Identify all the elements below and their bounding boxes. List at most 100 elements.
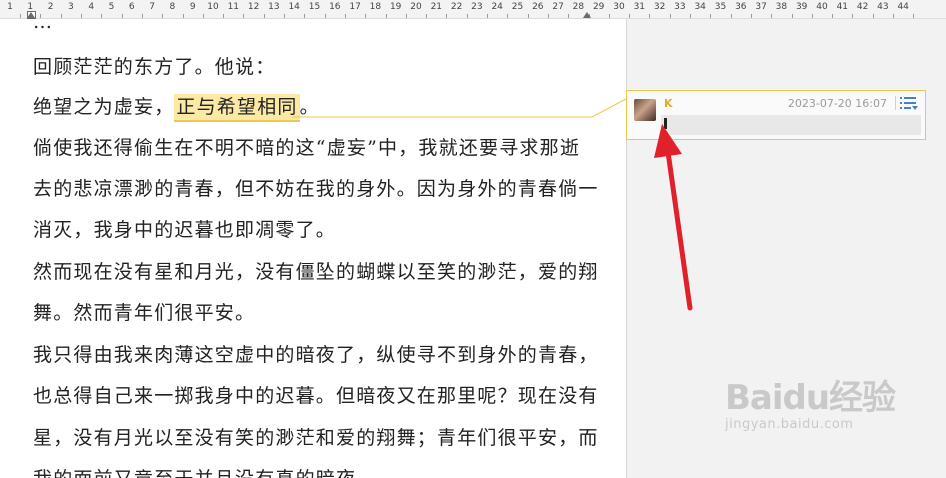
ruler-tick-label: 3 — [68, 2, 74, 12]
document-line: 绝望之为虚妄， 正与希望相同。 — [33, 92, 320, 122]
document-page[interactable]: … 回顾茫茫的东方了。他说： 绝望之为虚妄， 正与希望相同。 倘使我还得偷生在不明… — [0, 19, 626, 478]
indent-marker[interactable] — [27, 12, 35, 18]
ruler-tick-label: 40 — [816, 2, 828, 12]
ruler-tick-label: 10 — [207, 2, 219, 12]
ruler-tick — [202, 14, 204, 18]
ruler-tick — [527, 14, 529, 18]
ruler-tick-label: 21 — [430, 2, 443, 12]
ruler-tick — [162, 14, 164, 18]
ruler-tick — [405, 14, 407, 18]
ruler-tick — [284, 14, 286, 18]
baidu-watermark: Baidu经验 jingyan.baidu.com — [725, 370, 896, 432]
document-line: … — [33, 19, 53, 33]
document-line: 也总得自己来一掷我身中的迟暮。但暗夜又在那里呢？现在没有 — [33, 385, 599, 407]
text-line-cropped: … — [33, 19, 54, 33]
ruler-tick — [832, 14, 834, 18]
document-line: 我只得由我来肉薄这空虚中的暗夜了，纵使寻不到身外的青春， — [33, 344, 599, 366]
ruler-tick-label: 24 — [491, 2, 503, 12]
ruler-tick — [629, 14, 631, 18]
ruler-tick — [466, 14, 468, 18]
ruler-tick — [365, 14, 367, 18]
ruler-tick-label: 6 — [128, 2, 135, 12]
ruler-tick — [40, 14, 42, 18]
document-line: 星，没有月光以至没有笑的渺茫和爱的翔舞；青年们很平安，而 — [33, 427, 599, 449]
ruler-tick — [243, 14, 245, 18]
ruler-tick-label: 31 — [633, 2, 646, 12]
ruler-tick-label: 29 — [592, 2, 605, 12]
ruler-tick-label: 42 — [856, 2, 869, 12]
ruler-tick-label: 28 — [572, 2, 585, 12]
comment-author: K — [664, 97, 673, 110]
ruler-tick — [750, 14, 752, 18]
ruler-tick — [913, 14, 915, 18]
watermark-logo: Baidu经验 — [725, 378, 896, 418]
ruler-tick-label: 35 — [714, 2, 727, 12]
watermark-url: jingyan.baidu.com — [725, 417, 854, 432]
document-line: 倘使我还得偷生在不明不暗的这“虚妄”中，我就还要寻求那逝 — [33, 137, 581, 159]
ruler-tick — [710, 14, 712, 18]
document-line: 舞。然而青年们很平安。 — [33, 302, 256, 324]
ruler-tick-label: 25 — [511, 2, 524, 12]
ruler-tick-label: 4 — [88, 2, 95, 12]
ruler-tick — [669, 14, 671, 18]
ruler-tick — [446, 14, 448, 18]
ruler-tick-label: 36 — [735, 2, 747, 12]
ruler-tick — [771, 14, 773, 18]
ruler-tick-label: 13 — [268, 2, 280, 12]
ruler-tick-label: 30 — [613, 2, 625, 12]
ruler-tick — [223, 14, 225, 18]
ruler-tick-label: 34 — [694, 2, 706, 12]
ruler-tick-label: 26 — [532, 2, 544, 12]
ruler-tick-label: 14 — [288, 2, 300, 12]
ruler-tick — [893, 14, 895, 18]
ruler-tick-label: 22 — [450, 2, 463, 12]
horizontal-ruler[interactable]: 1 1 2 3 4 5 6 7 8 9 10 11 12 13 14 15 16 17 18 19 20 21 22 23 24… — [0, 0, 946, 19]
ruler-tick-label: 8 — [169, 2, 176, 12]
ruler-tick-label: 9 — [189, 2, 196, 12]
ruler-tick-label: 41 — [836, 2, 849, 12]
ruler-tick-label: 32 — [653, 2, 666, 12]
ruler-tick-label: 11 — [227, 2, 240, 12]
commented-text-highlight[interactable]: 正与希望相同 — [174, 94, 300, 122]
ruler-tick-label: 33 — [674, 2, 686, 12]
ruler-tick — [608, 14, 610, 18]
comment-input[interactable] — [661, 115, 921, 135]
ruler-tick-label: 7 — [149, 2, 155, 12]
ruler-tick — [20, 14, 22, 18]
ruler-tick-label: 16 — [329, 2, 341, 12]
text-before-highlight: 绝望之为虚妄， — [33, 96, 175, 118]
ruler-tick — [487, 14, 489, 18]
ruler-tick-label: 23 — [471, 2, 483, 12]
ruler-tick — [791, 14, 793, 18]
ruler-tick-label: 19 — [389, 2, 402, 12]
ruler-tick — [690, 14, 692, 18]
ruler-tick-label: 1 — [27, 2, 34, 12]
document-line: 回顾茫茫的东方了。他说： — [33, 56, 276, 78]
ruler-tick-label: 15 — [308, 2, 321, 12]
ruler-tick — [263, 14, 265, 18]
document-line: 消灭，我身中的迟暮也即凋零了。 — [33, 219, 337, 241]
ruler-tick — [811, 14, 813, 18]
ruler-tick-label: 27 — [552, 2, 564, 12]
ruler-tick-label: 18 — [369, 2, 382, 12]
ruler-tick-label: 1 — [7, 2, 13, 12]
ruler-tick — [60, 14, 62, 18]
ruler-tick-label: 44 — [897, 2, 909, 12]
ruler-tick-label: 17 — [349, 2, 361, 12]
ruler-tick-label: 2 — [47, 2, 54, 12]
ruler-tick-label: 37 — [755, 2, 767, 12]
ruler-tick — [872, 14, 874, 18]
ruler-tick-label: 5 — [108, 2, 115, 12]
ruler-tick — [81, 14, 83, 18]
ruler-tick — [426, 14, 428, 18]
ruler-tick — [568, 14, 570, 18]
ruler-tick — [121, 14, 123, 18]
ruler-tick — [182, 14, 184, 18]
indent-marker[interactable] — [583, 12, 591, 18]
comment-menu-icon[interactable] — [895, 95, 919, 111]
ruler-tick — [385, 14, 387, 18]
comment-card[interactable]: K 2023-07-20 16:07 — [626, 90, 926, 140]
ruler-tick-label: 39 — [795, 2, 808, 12]
ruler-tick — [101, 14, 103, 18]
ruler-tick-label: 12 — [247, 2, 260, 12]
